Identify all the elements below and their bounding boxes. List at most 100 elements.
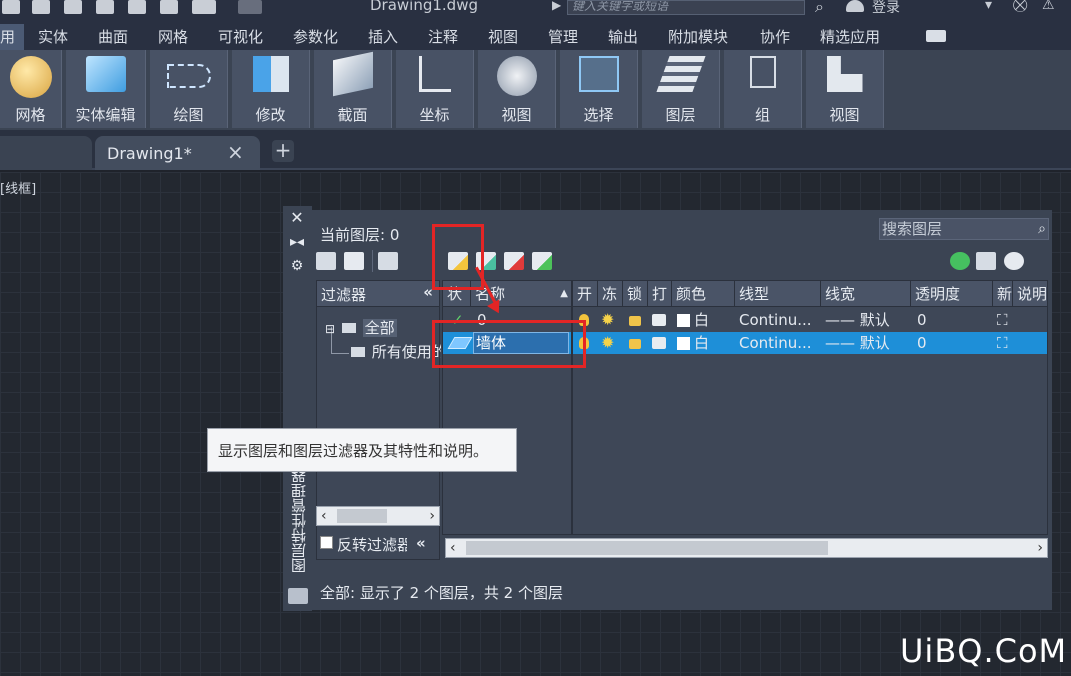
set-current-icon[interactable] <box>532 252 552 270</box>
gear-icon[interactable] <box>1004 252 1024 270</box>
viewport-visual-style-label[interactable]: [线框] <box>0 178 36 197</box>
ribbon-view2-button[interactable]: 视图 <box>806 50 884 128</box>
redo-icon[interactable] <box>238 0 262 14</box>
layer-lineweight[interactable]: —— 默认 <box>825 309 890 331</box>
ribbon-layers-button[interactable]: 图层 <box>642 50 720 128</box>
auto-hide-icon[interactable]: ▸◂ <box>289 234 305 250</box>
layer-search-input[interactable]: 搜索图层 ⌕ <box>879 218 1049 240</box>
tab-home[interactable]: 用 <box>0 26 15 47</box>
close-palette-icon[interactable]: ✕ <box>289 208 305 227</box>
ribbon-solid-edit-button[interactable]: 实体编辑 <box>66 50 146 128</box>
layer-lineweight[interactable]: —— 默认 <box>825 332 890 354</box>
tab-visualize[interactable]: 可视化 <box>218 26 263 47</box>
plot-icon[interactable] <box>160 0 178 14</box>
tab-parametric[interactable]: 参数化 <box>293 26 338 47</box>
tab-surface[interactable]: 曲面 <box>98 26 128 47</box>
sun-icon[interactable]: ✹ <box>601 332 614 354</box>
settings-layer-icon[interactable] <box>976 252 996 270</box>
scroll-thumb[interactable] <box>466 541 828 555</box>
col-lock[interactable]: 锁 <box>623 281 648 307</box>
help-search-input[interactable]: 键入关键字或短语 <box>567 0 805 15</box>
close-tab-icon[interactable]: × <box>227 140 244 164</box>
expand-arrow-icon[interactable]: ▶ <box>552 0 561 12</box>
grid-horizontal-scrollbar[interactable]: ‹ › <box>445 538 1048 558</box>
col-description[interactable]: 说明 <box>1013 281 1047 307</box>
search-icon[interactable]: ⌕ <box>1038 219 1046 239</box>
scroll-thumb[interactable] <box>337 509 387 523</box>
unlock-icon[interactable] <box>629 309 641 331</box>
tab-mesh[interactable]: 网格 <box>158 26 188 47</box>
ribbon-ucs-button[interactable]: 坐标 <box>396 50 474 128</box>
tab-insert[interactable]: 插入 <box>368 26 398 47</box>
col-plot[interactable]: 打 <box>648 281 672 307</box>
layer-color[interactable]: 白 <box>677 332 709 354</box>
layer-states-manager-icon[interactable] <box>378 252 398 270</box>
start-tab[interactable] <box>0 136 92 170</box>
tab-solid[interactable]: 实体 <box>38 26 68 47</box>
user-icon[interactable] <box>846 0 864 12</box>
delete-layer-icon[interactable] <box>504 252 524 270</box>
ribbon-modify-button[interactable]: 修改 <box>232 50 310 128</box>
ribbon-draw-button[interactable]: 绘图 <box>150 50 228 128</box>
tree-collapse-icon[interactable]: ⊟ <box>325 322 335 336</box>
vp-freeze-icon[interactable]: ⛶ <box>997 309 1008 331</box>
col-new-vp-freeze[interactable]: 新 <box>993 281 1013 307</box>
save-as-icon[interactable] <box>64 0 82 14</box>
new-group-filter-icon[interactable] <box>344 252 364 270</box>
col-freeze[interactable]: 冻 <box>598 281 623 307</box>
printer-icon[interactable] <box>652 332 666 354</box>
invert-filter-toggle[interactable]: 反转过滤器 <box>320 534 407 555</box>
scroll-left-icon[interactable]: ‹ <box>321 507 327 525</box>
panel-options-icon[interactable] <box>926 30 946 42</box>
layer-transparency[interactable]: 0 <box>917 332 927 354</box>
open-icon[interactable] <box>2 0 20 14</box>
ribbon-section-button[interactable]: 截面 <box>314 50 392 128</box>
ribbon-select-button[interactable]: 选择 <box>560 50 638 128</box>
sun-icon[interactable]: ✹ <box>601 309 614 331</box>
col-lineweight[interactable]: 线宽 <box>821 281 911 307</box>
save-icon[interactable] <box>32 0 50 14</box>
new-tab-button[interactable]: + <box>272 140 294 162</box>
scroll-right-icon[interactable]: › <box>1037 539 1043 557</box>
filter-all-node[interactable]: ⊟ 全部 <box>325 317 397 338</box>
search-icon[interactable]: ⌕ <box>815 0 824 17</box>
palette-properties-icon[interactable]: ⚙ <box>289 258 305 274</box>
ribbon-group-button[interactable]: 组 <box>724 50 802 128</box>
ribbon-view-button[interactable]: 视图 <box>478 50 556 128</box>
dropdown-icon[interactable]: ▾ <box>985 0 992 13</box>
vp-freeze-icon[interactable]: ⛶ <box>997 332 1008 354</box>
tab-output[interactable]: 输出 <box>608 26 638 47</box>
tab-view[interactable]: 视图 <box>488 26 518 47</box>
tab-addins[interactable]: 附加模块 <box>668 26 728 47</box>
invert-filter-checkbox[interactable] <box>320 536 333 549</box>
layer-color[interactable]: 白 <box>677 309 709 331</box>
new-property-filter-icon[interactable] <box>316 252 336 270</box>
share-icon[interactable] <box>128 0 146 14</box>
layer-transparency[interactable]: 0 <box>917 309 927 331</box>
refresh-icon[interactable] <box>950 252 970 270</box>
drawing-tab[interactable]: Drawing1* × <box>95 136 260 170</box>
filter-horizontal-scrollbar[interactable]: ‹ › <box>316 506 440 526</box>
web-mobile-icon[interactable] <box>96 0 114 14</box>
col-color[interactable]: 颜色 <box>672 281 735 307</box>
col-on[interactable]: 开 <box>573 281 598 307</box>
cart-icon[interactable]: ⛒ <box>1013 0 1027 13</box>
layer-linetype[interactable]: Continu... <box>739 332 819 354</box>
login-link[interactable]: 登录 <box>872 0 900 17</box>
tab-manage[interactable]: 管理 <box>548 26 578 47</box>
unlock-icon[interactable] <box>629 332 641 354</box>
undo-icon[interactable] <box>192 0 216 14</box>
col-linetype[interactable]: 线型 <box>735 281 821 307</box>
tab-collaborate[interactable]: 协作 <box>760 26 790 47</box>
tab-annotate[interactable]: 注释 <box>428 26 458 47</box>
tab-featured-apps[interactable]: 精选应用 <box>820 26 880 47</box>
autodesk-a360-icon[interactable]: ⚠ <box>1042 0 1055 13</box>
filter-used-layers-node[interactable]: 所有使用的图层 <box>351 341 441 362</box>
scroll-right-icon[interactable]: › <box>429 507 435 525</box>
scroll-left-icon[interactable]: ‹ <box>450 539 456 557</box>
printer-icon[interactable] <box>652 309 666 331</box>
collapse-filter-button-bottom[interactable]: « <box>416 534 426 552</box>
col-transparency[interactable]: 透明度 <box>911 281 993 307</box>
layer-linetype[interactable]: Continu... <box>739 309 819 331</box>
ribbon-mesh-button[interactable]: 网格 <box>0 50 62 128</box>
